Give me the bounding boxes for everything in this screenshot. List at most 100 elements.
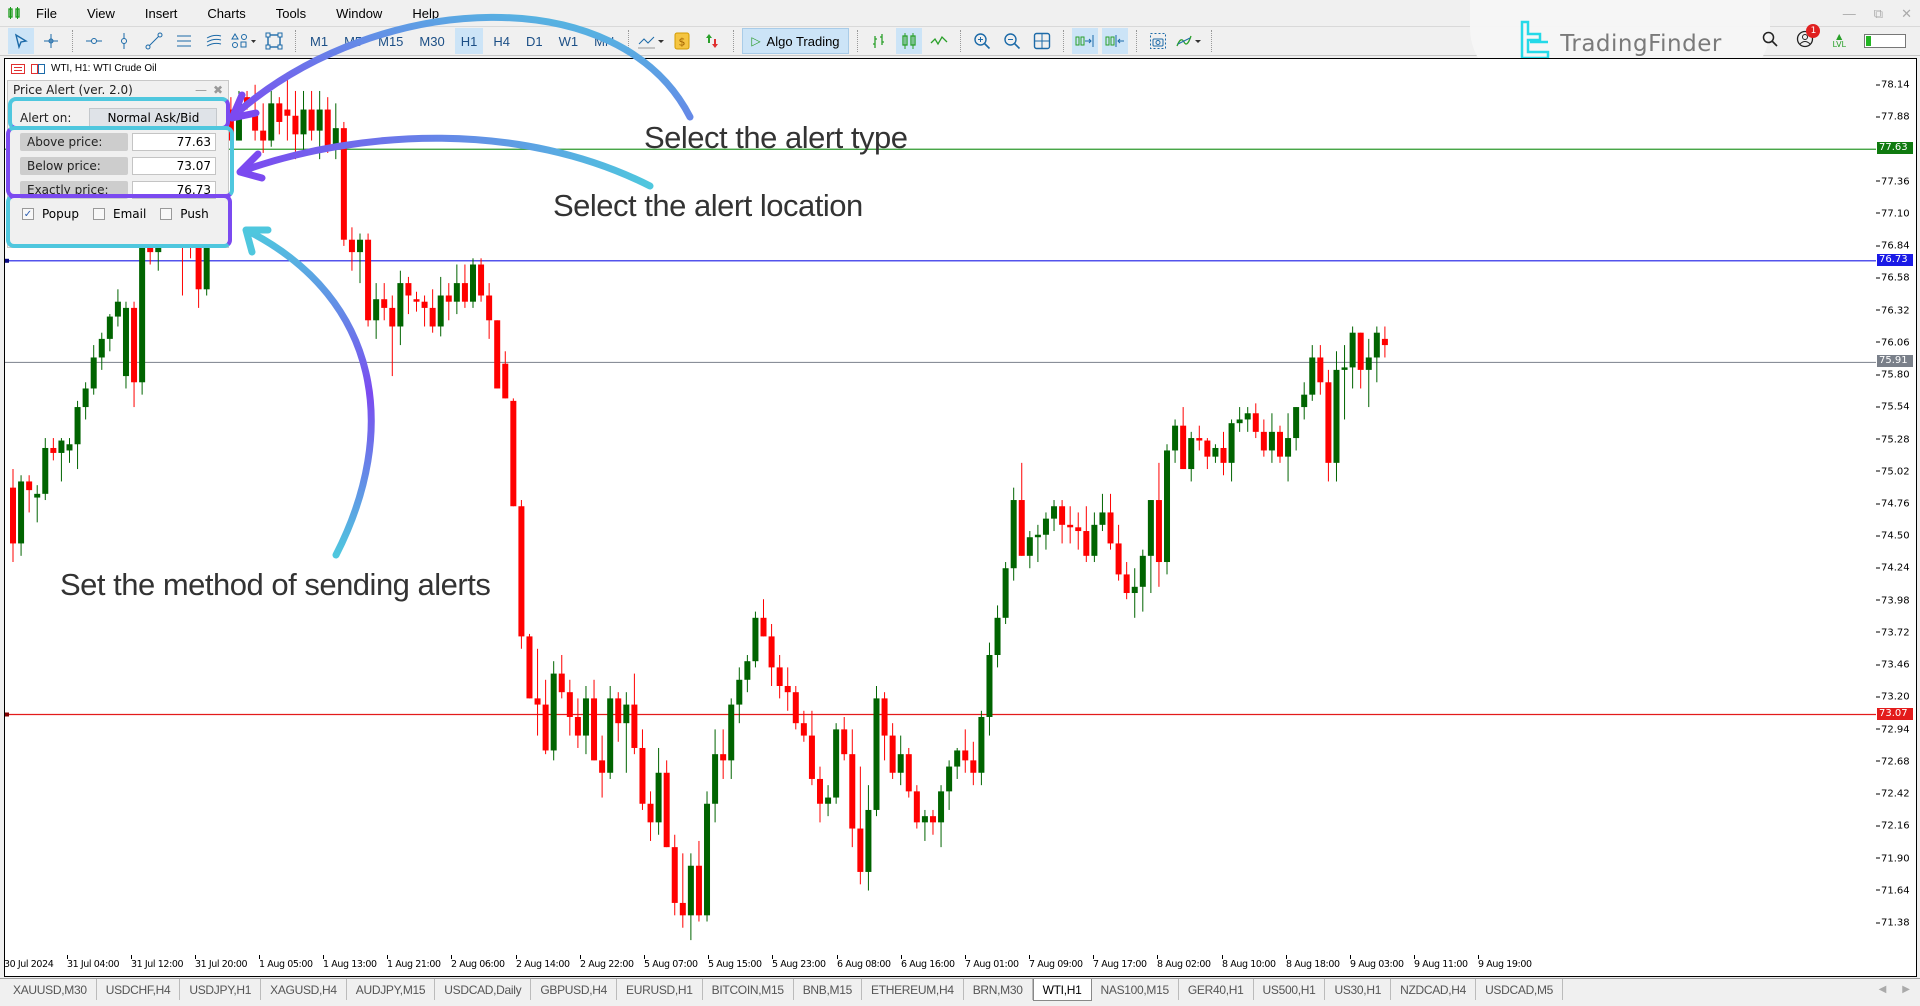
candle-body	[905, 754, 912, 792]
symbol-tab[interactable]: EURUSD,H1	[617, 979, 703, 1000]
timeframe-m5[interactable]: M5	[338, 28, 368, 54]
candlestick-chart-button[interactable]	[895, 28, 922, 54]
symbol-tab[interactable]: BNB,M15	[794, 979, 862, 1000]
chart-window[interactable]: WTI, H1: WTI Crude Oil	[4, 58, 1917, 977]
restore-icon[interactable]: ⧉	[1874, 6, 1883, 22]
candle	[1131, 568, 1138, 618]
menu-help[interactable]: Help	[408, 6, 453, 21]
popup-option[interactable]: ✓ Popup	[22, 207, 79, 221]
tile-windows-button[interactable]	[1029, 28, 1055, 54]
symbol-tab[interactable]: US500,H1	[1254, 979, 1326, 1000]
search-button[interactable]	[1762, 31, 1779, 50]
exactly-price-row: Exactly price:	[20, 181, 216, 199]
menu-window[interactable]: Window	[332, 6, 396, 21]
email-checkbox[interactable]	[93, 208, 105, 220]
below-price-input[interactable]	[132, 157, 216, 175]
alert-type-dropdown[interactable]: Normal Ask/Bid	[89, 108, 218, 127]
symbol-tab[interactable]: AUDJPY,M15	[347, 979, 436, 1000]
price-alert-panel: Price Alert (ver. 2.0) — ✖ Alert on: Norm…	[7, 80, 229, 248]
menu-insert[interactable]: Insert	[141, 6, 192, 21]
menu-file[interactable]: File	[32, 6, 71, 21]
close-icon[interactable]: ✕	[1901, 6, 1912, 22]
trade-button[interactable]: $	[669, 28, 695, 54]
symbol-tab[interactable]: GBPUSD,H4	[531, 979, 618, 1000]
symbol-tab[interactable]: XAGUSD,H4	[261, 979, 347, 1000]
symbol-tab[interactable]: USDCHF,H4	[97, 979, 181, 1000]
candle	[534, 648, 541, 736]
timeframe-m1[interactable]: M1	[304, 28, 334, 54]
panel-close-icon[interactable]: ✖	[213, 83, 223, 97]
menu-view[interactable]: View	[83, 6, 129, 21]
candle-body	[566, 692, 573, 717]
zoom-in-button[interactable]	[969, 28, 995, 54]
price-chart[interactable]	[5, 59, 1876, 956]
account-button[interactable]: 1	[1796, 24, 1821, 51]
object-list-button[interactable]	[261, 28, 287, 54]
push-option[interactable]: Push	[160, 207, 209, 221]
candle	[574, 698, 581, 748]
symbol-tab[interactable]: BRN,M30	[964, 979, 1033, 1000]
zoom-out-button[interactable]	[999, 28, 1025, 54]
screenshot-button[interactable]	[1145, 28, 1171, 54]
menu-tools[interactable]: Tools	[272, 6, 320, 21]
symbol-tab[interactable]: NAS100,M15	[1092, 979, 1179, 1000]
fibonacci-button[interactable]	[201, 28, 227, 54]
time-tick: 31 Jul 04:00	[67, 955, 120, 970]
cursor-tool-button[interactable]	[8, 28, 34, 54]
above-price-input[interactable]	[132, 133, 216, 151]
time-tick: 2 Aug 22:00	[580, 955, 634, 970]
panel-minimize-icon[interactable]: —	[195, 83, 207, 97]
level-indicator[interactable]: ▲ LVL	[1832, 32, 1846, 49]
bar-chart-button[interactable]	[866, 28, 892, 54]
menu-charts[interactable]: Charts	[203, 6, 259, 21]
trendline-button[interactable]	[141, 28, 167, 54]
timeframe-h4[interactable]: H4	[487, 28, 516, 54]
line-chart-button[interactable]	[926, 28, 952, 54]
horizontal-line-button[interactable]	[81, 28, 107, 54]
templates-button[interactable]	[1175, 28, 1203, 54]
candle-body	[712, 754, 719, 804]
scroll-right-icon[interactable]: ▶	[1902, 984, 1910, 995]
indicators-button[interactable]	[637, 28, 665, 54]
candle-body	[445, 295, 452, 302]
timeframe-w1[interactable]: W1	[553, 28, 585, 54]
symbol-tab[interactable]: ETHEREUM,H4	[862, 979, 964, 1000]
popup-checkbox[interactable]: ✓	[22, 208, 34, 220]
symbol-tab[interactable]: BITCOIN,M15	[703, 979, 794, 1000]
symbol-tab[interactable]: WTI,H1	[1032, 979, 1092, 1001]
push-checkbox[interactable]	[160, 208, 173, 220]
chart-shift-button[interactable]	[1101, 28, 1128, 54]
symbol-tab[interactable]: USDCAD,M5	[1476, 979, 1564, 1000]
timeframe-m30[interactable]: M30	[413, 28, 450, 54]
timeframe-m15[interactable]: M15	[372, 28, 409, 54]
symbol-tab[interactable]: NZDCAD,H4	[1391, 979, 1477, 1000]
scroll-left-icon[interactable]: ◀	[1879, 984, 1887, 995]
algo-trading-button[interactable]: ▷ Algo Trading	[742, 28, 849, 54]
candle-body	[10, 487, 16, 544]
minimize-icon[interactable]: —	[1843, 6, 1856, 22]
shapes-button[interactable]	[231, 28, 257, 54]
exactly-price-input[interactable]	[132, 181, 216, 199]
timeframe-mn[interactable]: MN	[588, 28, 620, 54]
level-label: LVL	[1832, 39, 1846, 49]
candle	[268, 90, 275, 147]
candle-body	[494, 320, 501, 389]
symbol-tab[interactable]: USDCAD,Daily	[435, 979, 532, 1000]
depth-of-market-button[interactable]	[699, 28, 725, 54]
vertical-line-button[interactable]	[111, 28, 137, 54]
symbol-tab[interactable]: XAUUSD,M30	[4, 979, 97, 1000]
symbol-tab[interactable]: GER40,H1	[1179, 979, 1254, 1000]
timeframe-h1[interactable]: H1	[454, 28, 484, 54]
timeframe-d1[interactable]: D1	[520, 28, 549, 54]
crosshair-button[interactable]	[38, 28, 64, 54]
candle	[857, 766, 864, 885]
panel-title: Price Alert (ver. 2.0)	[13, 83, 133, 97]
symbol-tab[interactable]: USDJPY,H1	[180, 979, 262, 1000]
candle-body	[1147, 500, 1154, 556]
channel-button[interactable]	[171, 28, 197, 54]
candle	[986, 642, 993, 736]
candle-body	[542, 704, 549, 751]
autoscroll-button[interactable]	[1071, 28, 1098, 54]
symbol-tab[interactable]: US30,H1	[1325, 979, 1392, 1000]
email-option[interactable]: Email	[93, 207, 146, 221]
